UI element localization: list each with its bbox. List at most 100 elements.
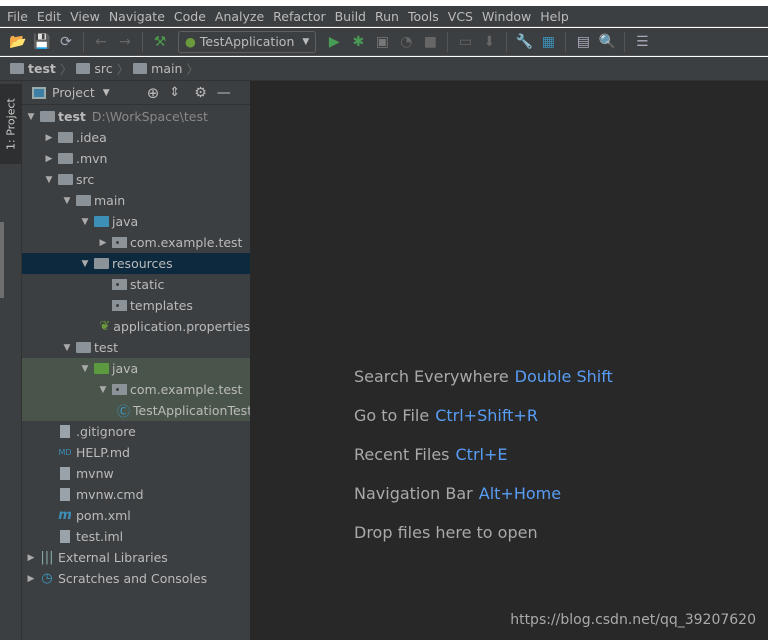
project-view-icon xyxy=(32,86,46,99)
run-config-select[interactable]: ● TestApplication ▼ xyxy=(178,30,317,53)
expanded-arrow-icon[interactable]: ▼ xyxy=(97,385,109,395)
tree-item[interactable]: ▼ java xyxy=(22,211,250,232)
tree-item[interactable]: ▼ test D:\WorkSpace\test xyxy=(22,106,250,127)
expanded-arrow-icon[interactable]: ▼ xyxy=(61,343,73,353)
sdk-icon[interactable]: ⬇ xyxy=(479,32,499,52)
tree-item-label: External Libraries xyxy=(58,550,168,565)
tree-item-label: .gitignore xyxy=(76,424,136,439)
tree-item[interactable]: ▶ .idea xyxy=(22,127,250,148)
open-icon[interactable]: 📂 xyxy=(8,32,28,52)
menu-code[interactable]: Code xyxy=(170,9,210,24)
sync-icon[interactable]: ⟳ xyxy=(56,32,76,52)
tree-item[interactable]: ▶ ◷ Scratches and Consoles xyxy=(22,568,250,589)
tab-project[interactable]: 1: Project xyxy=(0,84,22,164)
tree-item[interactable]: mvnw xyxy=(22,463,250,484)
project-view-select[interactable]: Project xyxy=(52,85,95,100)
vcs-icon[interactable]: ☰ xyxy=(632,32,652,52)
menu-view[interactable]: View xyxy=(66,9,104,24)
locate-icon[interactable]: ⊕ xyxy=(147,84,160,102)
tree-item[interactable]: ▶ ||| External Libraries xyxy=(22,547,250,568)
hint-shortcut: Double Shift xyxy=(514,367,613,386)
menu-run[interactable]: Run xyxy=(371,9,403,24)
menu-tools[interactable]: Tools xyxy=(404,9,443,24)
collapsed-arrow-icon[interactable]: ▶ xyxy=(43,133,55,143)
folder-icon xyxy=(75,194,91,207)
menu-window[interactable]: Window xyxy=(478,9,535,24)
chevron-down-icon[interactable]: ▼ xyxy=(103,88,110,98)
project-structure-icon[interactable]: ▦ xyxy=(538,32,558,52)
tree-item[interactable]: MD HELP.md xyxy=(22,442,250,463)
tree-item[interactable]: ▼ main xyxy=(22,190,250,211)
shape xyxy=(111,300,127,311)
tree-item[interactable]: ▼ src xyxy=(22,169,250,190)
tree-item[interactable]: Ⓒ TestApplicationTests xyxy=(22,400,250,421)
tree-item-label: java xyxy=(112,361,139,376)
breadcrumb-item[interactable]: test xyxy=(10,61,56,76)
scrollbar[interactable] xyxy=(0,222,4,298)
settings-wrench-icon[interactable]: 🔧 xyxy=(514,32,534,52)
tree-item[interactable]: test.iml xyxy=(22,526,250,547)
menu-edit[interactable]: Edit xyxy=(33,9,65,24)
editor-empty-area[interactable]: Search Everywhere Double Shift Go to File C… xyxy=(250,81,768,640)
run-coverage-icon[interactable]: ▣ xyxy=(372,32,392,52)
collapsed-arrow-icon[interactable]: ▶ xyxy=(43,154,55,164)
tree-item-label: static xyxy=(130,277,165,292)
expanded-arrow-icon[interactable]: ▼ xyxy=(43,175,55,185)
editor-hint: Recent Files Ctrl+E xyxy=(354,445,507,464)
menu-build[interactable]: Build xyxy=(331,9,370,24)
shape: MD xyxy=(58,448,72,457)
tree-item[interactable]: mvnw.cmd xyxy=(22,484,250,505)
menu-help[interactable]: Help xyxy=(536,9,573,24)
expanded-arrow-icon[interactable]: ▼ xyxy=(79,259,91,269)
collapsed-arrow-icon[interactable]: ▶ xyxy=(97,238,109,248)
menu-refactor[interactable]: Refactor xyxy=(269,9,329,24)
hint-shortcut: Ctrl+E xyxy=(455,445,508,464)
tree-item[interactable]: .gitignore xyxy=(22,421,250,442)
divider xyxy=(624,31,626,52)
minimize-icon[interactable]: — xyxy=(217,85,231,101)
menu-analyze[interactable]: Analyze xyxy=(211,9,268,24)
breadcrumb: test 〉 src 〉 main 〉 xyxy=(0,57,768,81)
gear-icon[interactable]: ⚙ xyxy=(194,85,207,101)
debug-icon[interactable]: ✱ xyxy=(348,32,368,52)
expanded-arrow-icon[interactable]: ▼ xyxy=(79,217,91,227)
tree-item[interactable]: m pom.xml xyxy=(22,505,250,526)
tree-item[interactable]: ❦ application.properties xyxy=(22,316,250,337)
tree-item[interactable]: static xyxy=(22,274,250,295)
folder-icon xyxy=(57,173,73,186)
stop-icon[interactable]: ■ xyxy=(420,32,440,52)
tree-item[interactable]: templates xyxy=(22,295,250,316)
shape xyxy=(93,258,109,269)
tree-item-label: java xyxy=(112,214,139,229)
expanded-arrow-icon[interactable]: ▼ xyxy=(79,364,91,374)
collapsed-arrow-icon[interactable]: ▶ xyxy=(25,574,37,584)
tree-item-label: resources xyxy=(112,256,173,271)
build-hammer-icon[interactable]: ⚒ xyxy=(150,32,170,52)
expanded-arrow-icon[interactable]: ▼ xyxy=(61,196,73,206)
expanded-arrow-icon[interactable]: ▼ xyxy=(25,112,37,122)
tree-item[interactable]: ▼ resources xyxy=(22,253,250,274)
search-icon[interactable]: 🔍 xyxy=(597,32,617,52)
terminal-icon[interactable]: ▤ xyxy=(573,32,593,52)
menu-navigate[interactable]: Navigate xyxy=(105,9,169,24)
package-icon xyxy=(111,299,127,312)
tree-item[interactable]: ▼ com.example.test xyxy=(22,379,250,400)
shape xyxy=(39,111,55,122)
menu-file[interactable]: File xyxy=(3,9,32,24)
forward-icon[interactable]: → xyxy=(115,32,135,52)
tree-item[interactable]: ▶ .mvn xyxy=(22,148,250,169)
breadcrumb-item[interactable]: main xyxy=(133,61,182,76)
run-icon[interactable]: ▶ xyxy=(324,32,344,52)
tree-item[interactable]: ▼ test xyxy=(22,337,250,358)
breadcrumb-item[interactable]: src xyxy=(76,61,113,76)
profile-icon[interactable]: ◔ xyxy=(396,32,416,52)
tree-item[interactable]: ▼ java xyxy=(22,358,250,379)
tree-item[interactable]: ▶ com.example.test xyxy=(22,232,250,253)
left-tool-strip xyxy=(0,81,22,640)
back-icon[interactable]: ← xyxy=(91,32,111,52)
save-icon[interactable]: 💾 xyxy=(32,32,52,52)
menu-vcs[interactable]: VCS xyxy=(444,9,477,24)
collapsed-arrow-icon[interactable]: ▶ xyxy=(25,553,37,563)
collapse-all-icon[interactable]: ⇕ xyxy=(169,85,180,100)
device-icon[interactable]: ▭ xyxy=(455,32,475,52)
